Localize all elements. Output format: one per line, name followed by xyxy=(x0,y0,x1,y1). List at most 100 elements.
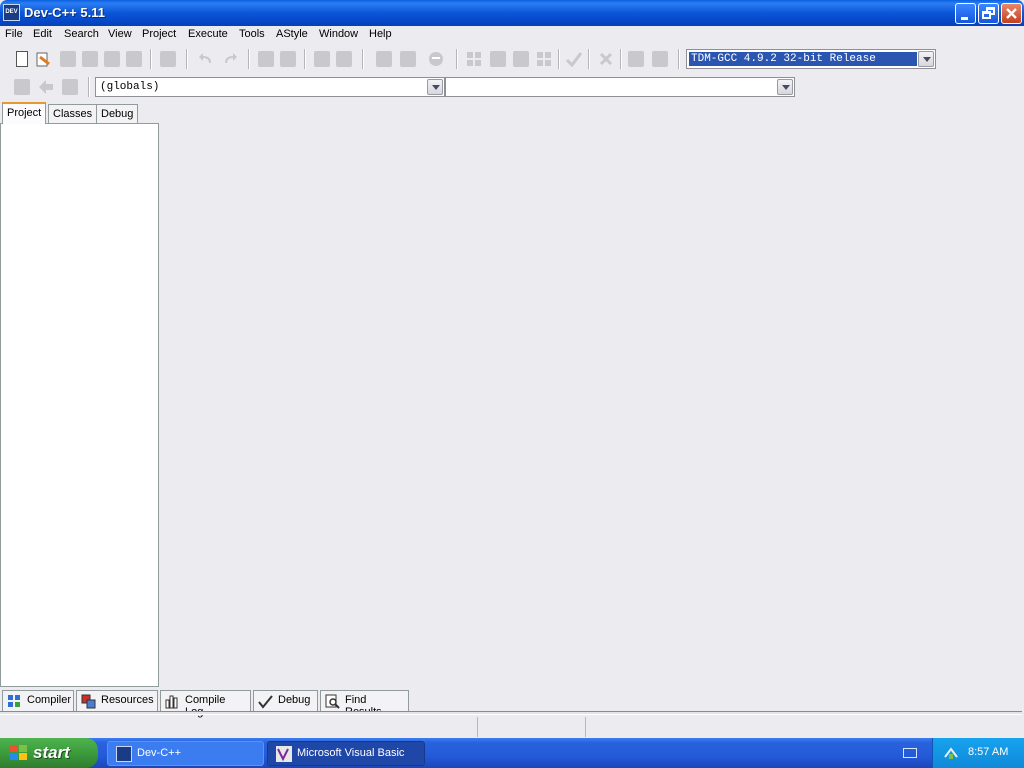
start-label: start xyxy=(33,743,70,762)
save-icon[interactable] xyxy=(60,51,76,67)
resources-icon xyxy=(81,694,96,709)
menu-search[interactable]: Search xyxy=(64,28,99,40)
compiler-grid-icon xyxy=(8,695,20,707)
chevron-down-icon[interactable] xyxy=(777,79,793,95)
taskbar-clock[interactable]: 8:57 AM xyxy=(968,746,1008,758)
save-all-icon[interactable] xyxy=(82,51,98,67)
toggle-comment-icon[interactable] xyxy=(428,51,444,67)
devcpp-app-icon[interactable]: DEV xyxy=(3,4,20,21)
back-icon[interactable] xyxy=(38,79,54,95)
windows-logo-icon xyxy=(10,745,28,761)
toolbar-separator xyxy=(558,49,560,69)
compile-icon[interactable] xyxy=(466,51,482,67)
find-next-icon[interactable] xyxy=(314,51,330,67)
minimize-icon xyxy=(961,17,968,20)
menu-edit[interactable]: Edit xyxy=(33,28,52,40)
visual-basic-icon xyxy=(276,746,292,762)
taskbar-item-visual-basic-label: Microsoft Visual Basic xyxy=(297,747,405,759)
unindent-icon[interactable] xyxy=(400,51,416,67)
menu-execute[interactable]: Execute xyxy=(188,28,228,40)
scope-select-value: (globals) xyxy=(100,81,160,93)
undo-icon[interactable] xyxy=(198,51,214,67)
system-tray: 8:57 AM xyxy=(932,738,1024,768)
taskbar-item-visual-basic[interactable]: Microsoft Visual Basic xyxy=(267,741,425,766)
toolbar-separator xyxy=(620,49,622,69)
menu-help[interactable]: Help xyxy=(369,28,392,40)
taskbar-item-devcpp[interactable]: Dev-C++ xyxy=(107,741,264,766)
toolbar-separator xyxy=(588,49,590,69)
chevron-down-icon[interactable] xyxy=(427,79,443,95)
compile-run-icon[interactable] xyxy=(513,51,529,67)
bottom-panel-tabs: Compiler Resources Compile Log Debug Fin… xyxy=(0,690,1024,718)
open-file-icon[interactable] xyxy=(36,51,52,67)
title-bar[interactable]: DEV Dev-C++ 5.11 xyxy=(0,0,1024,26)
left-panel-tabs: Project Classes Debug xyxy=(0,102,160,124)
scope-select[interactable]: (globals) xyxy=(95,77,445,97)
checkmark-icon xyxy=(258,695,273,709)
stop-execution-icon[interactable] xyxy=(598,51,614,67)
status-bar xyxy=(0,717,1024,737)
tab-debug[interactable]: Debug xyxy=(96,104,139,124)
start-button[interactable]: start xyxy=(0,738,98,768)
close-button[interactable] xyxy=(1001,3,1022,24)
rebuild-icon[interactable] xyxy=(536,51,552,67)
insert-icon[interactable] xyxy=(14,79,30,95)
close-icon xyxy=(1006,8,1017,19)
redo-icon[interactable] xyxy=(222,51,238,67)
restore-icon-front xyxy=(982,11,991,19)
menu-view[interactable]: View xyxy=(108,28,132,40)
menu-project[interactable]: Project xyxy=(142,28,176,40)
taskbar-item-devcpp-label: Dev-C++ xyxy=(137,747,182,759)
tab-resources-label: Resources xyxy=(101,694,154,706)
toolbar-separator xyxy=(248,49,250,69)
tab-project[interactable]: Project xyxy=(2,102,47,124)
toolbar-separator xyxy=(304,49,306,69)
menu-tools[interactable]: Tools xyxy=(239,28,265,40)
compiler-select-value: TDM-GCC 4.9.2 32-bit Release xyxy=(691,53,876,65)
menu-astyle[interactable]: AStyle xyxy=(276,28,308,40)
menu-window[interactable]: Window xyxy=(319,28,358,40)
run-icon[interactable] xyxy=(490,51,506,67)
bar-chart-icon xyxy=(165,695,178,709)
find-results-icon xyxy=(325,694,340,709)
profile-icon[interactable] xyxy=(628,51,644,67)
network-icon[interactable] xyxy=(943,745,959,761)
replace-icon[interactable] xyxy=(280,51,296,67)
find-icon[interactable] xyxy=(258,51,274,67)
close-all-icon[interactable] xyxy=(126,51,142,67)
tab-compiler[interactable]: Compiler xyxy=(2,690,74,712)
member-select[interactable] xyxy=(445,77,795,97)
minimize-button[interactable] xyxy=(955,3,976,24)
bookmark-icon[interactable] xyxy=(62,79,78,95)
window-title: Dev-C++ 5.11 xyxy=(24,5,105,20)
restore-button[interactable] xyxy=(978,3,999,24)
tab-debug-output[interactable]: Debug xyxy=(253,690,318,712)
tab-classes[interactable]: Classes xyxy=(48,104,98,124)
toolbar-separator xyxy=(88,77,90,97)
chevron-down-icon[interactable] xyxy=(918,51,934,67)
tab-resources[interactable]: Resources xyxy=(76,690,158,712)
taskbar: start Dev-C++ Microsoft Visual Basic 8:5… xyxy=(0,738,1024,768)
delete-profile-icon[interactable] xyxy=(652,51,668,67)
indent-icon[interactable] xyxy=(376,51,392,67)
status-cell-position xyxy=(0,717,478,737)
close-file-icon[interactable] xyxy=(104,51,120,67)
print-icon[interactable] xyxy=(160,51,176,67)
toolbar-separator xyxy=(678,49,680,69)
main-toolbar: TDM-GCC 4.9.2 32-bit Release xyxy=(0,45,940,73)
tab-find-results[interactable]: Find Results xyxy=(320,690,409,718)
new-file-icon[interactable] xyxy=(16,51,28,67)
tab-compile-log[interactable]: Compile Log xyxy=(160,690,251,718)
goto-line-icon[interactable] xyxy=(336,51,352,67)
syntax-check-icon[interactable] xyxy=(565,51,583,68)
toolbar-separator xyxy=(456,49,458,69)
status-cell-mode xyxy=(478,717,586,737)
keyboard-icon[interactable] xyxy=(903,748,917,758)
menu-file[interactable]: File xyxy=(5,28,23,40)
compiler-select[interactable]: TDM-GCC 4.9.2 32-bit Release xyxy=(686,49,936,69)
tab-debug-output-label: Debug xyxy=(278,694,311,706)
toolbar-separator xyxy=(150,49,152,69)
project-browser[interactable] xyxy=(0,123,159,687)
bottom-panel-splitter[interactable] xyxy=(0,711,1022,715)
menu-bar: File Edit Search View Project Execute To… xyxy=(0,26,1024,44)
